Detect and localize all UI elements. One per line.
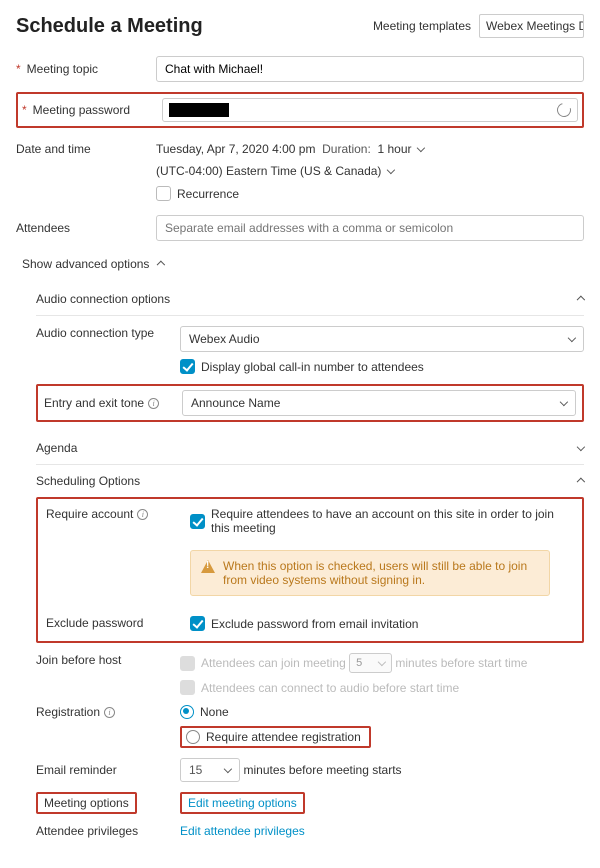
chevron-down-icon [560,398,568,406]
audio-type-select[interactable]: Webex Audio [180,326,584,352]
duration-value[interactable]: 1 hour [377,142,411,156]
email-reminder-label: Email reminder [36,763,180,777]
chevron-down-icon [568,334,576,342]
jbh-text-1a: Attendees can join meeting [201,656,346,670]
chevron-up-icon [577,296,585,304]
edit-meeting-options-link[interactable]: Edit meeting options [180,792,305,814]
info-icon[interactable]: i [137,509,148,520]
exclude-password-label: Exclude password [46,616,190,630]
section-scheduling[interactable]: Scheduling Options [36,465,584,497]
recurrence-label: Recurrence [177,187,239,201]
reminder-suffix: minutes before meeting starts [243,763,401,777]
required-marker: * [22,103,27,117]
chevron-up-icon [157,261,165,269]
entry-exit-tone-select[interactable]: Announce Name [182,390,576,416]
audio-type-label: Audio connection type [36,326,180,340]
meeting-options-label: Meeting options [36,792,137,814]
date-time-label: Date and time [16,142,156,156]
registration-require-label: Require attendee registration [206,730,361,744]
jbh-minutes-select: 5 [349,653,392,673]
attendees-input[interactable] [156,215,584,241]
meeting-password-label: Meeting password [33,103,130,117]
require-account-text: Require attendees to have an account on … [211,507,574,535]
join-before-host-label: Join before host [36,653,180,667]
require-account-checkbox[interactable] [190,514,205,529]
require-account-label: Require account [46,507,133,521]
meeting-templates-link[interactable]: Meeting templates [373,19,471,33]
jbh-checkbox [180,656,195,671]
chevron-down-icon [224,765,232,773]
alert-banner: When this option is checked, users will … [190,550,550,596]
required-marker: * [16,62,21,76]
chevron-up-icon [577,478,585,486]
reminder-select[interactable]: 15 [180,758,240,782]
registration-label: Registration [36,705,100,719]
global-callin-checkbox[interactable] [180,359,195,374]
warning-icon [201,559,215,573]
jbh-audio-checkbox [180,680,195,695]
duration-label: Duration: [322,142,371,156]
edit-attendee-privileges-link[interactable]: Edit attendee privileges [180,824,305,838]
chevron-down-icon [577,443,585,451]
chevron-down-icon[interactable] [417,144,425,152]
entry-exit-tone-label: Entry and exit tone [44,396,144,410]
section-agenda[interactable]: Agenda [36,432,584,465]
password-mask [169,103,229,117]
template-dropdown[interactable]: Webex Meetings Defau [479,14,584,38]
page-title: Schedule a Meeting [16,15,203,38]
datetime-value[interactable]: Tuesday, Apr 7, 2020 4:00 pm [156,142,315,156]
refresh-icon[interactable] [554,100,573,119]
attendees-label: Attendees [16,221,156,235]
registration-require-radio[interactable] [186,730,200,744]
jbh-text-2: Attendees can connect to audio before st… [201,681,459,695]
info-icon[interactable]: i [104,707,115,718]
timezone-value[interactable]: (UTC-04:00) Eastern Time (US & Canada) [156,164,381,178]
registration-none-radio[interactable] [180,705,194,719]
meeting-password-input[interactable] [162,98,578,122]
section-audio[interactable]: Audio connection options [36,283,584,316]
attendee-privileges-label: Attendee privileges [36,824,180,838]
chevron-down-icon[interactable] [387,166,395,174]
registration-none-label: None [200,705,229,719]
meeting-topic-label: Meeting topic [27,62,98,76]
recurrence-checkbox[interactable] [156,186,171,201]
exclude-password-text: Exclude password from email invitation [211,617,418,631]
chevron-down-icon [378,658,386,666]
jbh-text-1b: minutes before start time [395,656,527,670]
global-callin-label: Display global call-in number to attende… [201,360,424,374]
meeting-topic-input[interactable] [156,56,584,82]
show-advanced-toggle[interactable]: Show advanced options [22,257,584,271]
info-icon[interactable]: i [148,398,159,409]
exclude-password-checkbox[interactable] [190,616,205,631]
